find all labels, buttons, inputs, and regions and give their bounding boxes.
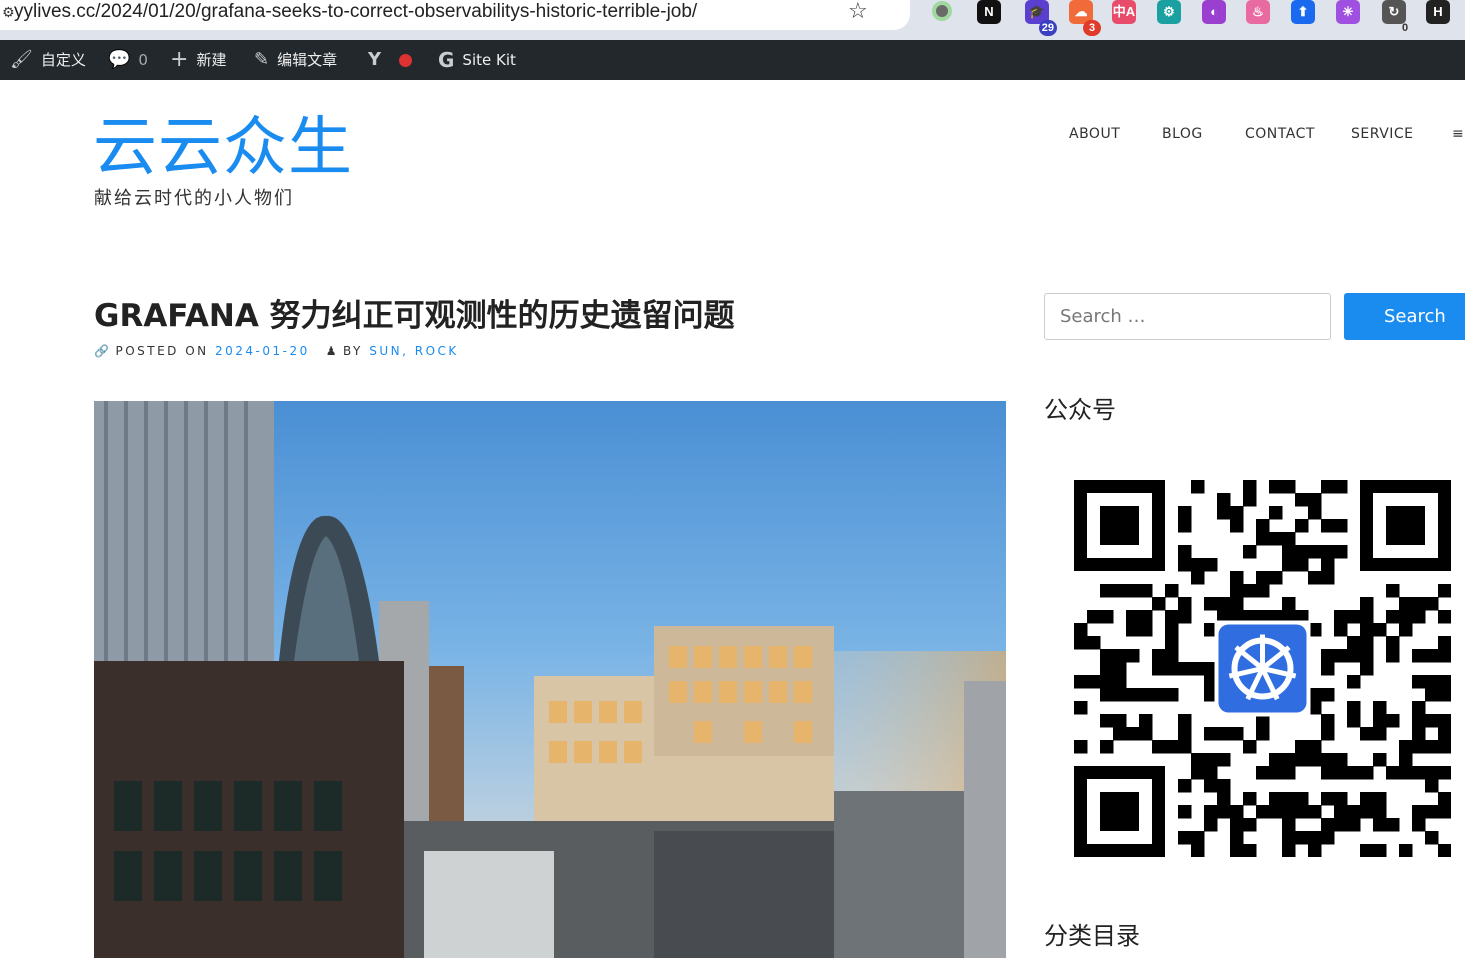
nav-service[interactable]: SERVICE xyxy=(1351,126,1414,142)
customize-link[interactable]: 🖌 自定义 xyxy=(10,40,86,80)
comments-link[interactable]: 💬 0 xyxy=(108,40,148,80)
post-author-link[interactable]: SUN, ROCK xyxy=(369,344,459,358)
notion-icon[interactable]: N xyxy=(977,0,1001,24)
new-content-label: 新建 xyxy=(196,51,227,69)
wp-admin-bar: 🖌 自定义 💬 0 + 新建 ✎ 编辑文章 Y G Site Kit xyxy=(0,40,1465,80)
nav-about[interactable]: ABOUT xyxy=(1069,126,1120,142)
blue-arrow-extension-icon[interactable]: ⬆ xyxy=(1291,0,1315,24)
customize-label: 自定义 xyxy=(40,51,86,69)
paintbrush-icon: 🖌 xyxy=(10,49,33,70)
yoast-menu[interactable]: Y xyxy=(368,40,413,80)
brain-extension-icon[interactable]: ⚙ xyxy=(1157,0,1181,24)
site-kit-label: Site Kit xyxy=(462,51,516,69)
post-featured-image xyxy=(94,401,1006,958)
graduation-cap-extension-icon[interactable]: 🎓 29 xyxy=(1025,0,1057,36)
search-button[interactable]: Search xyxy=(1344,293,1465,340)
pencil-icon: ✎ xyxy=(254,49,270,70)
yoast-icon: Y xyxy=(368,49,382,70)
new-content-link[interactable]: + 新建 xyxy=(170,40,226,80)
dark-extension-icon[interactable]: H xyxy=(1426,0,1450,24)
bookmark-star-icon[interactable]: ☆ xyxy=(848,0,868,24)
green-dot-extension-icon[interactable] xyxy=(932,1,952,21)
user-icon: ♟ xyxy=(325,344,339,358)
purple-circle-extension-icon[interactable]: ◐ xyxy=(1202,0,1226,24)
openai-icon[interactable]: ✳ xyxy=(1336,0,1360,24)
url-text[interactable]: yylives.cc/2024/01/20/grafana-seeks-to-c… xyxy=(14,0,697,24)
site-title[interactable]: 云云众生 xyxy=(93,112,353,184)
nav-more-icon[interactable]: ≡ xyxy=(1452,126,1464,142)
link-icon: 🔗 xyxy=(94,344,112,358)
extension-badge: 0 xyxy=(1401,22,1409,34)
post-meta: 🔗 POSTED ON 2024-01-20 ♟ BY SUN, ROCK xyxy=(94,344,459,358)
google-g-icon: G xyxy=(438,48,455,72)
categories-widget-title: 分类目录 xyxy=(1044,922,1140,950)
site-description: 献给云时代的小人物们 xyxy=(94,188,294,209)
translate-extension-icon[interactable]: 中A xyxy=(1112,0,1136,24)
comment-bubble-icon: 💬 xyxy=(108,49,131,70)
extension-badge: 29 xyxy=(1038,20,1057,36)
nav-contact[interactable]: CONTACT xyxy=(1245,126,1315,142)
posted-on-label: POSTED ON xyxy=(115,344,209,358)
address-bar[interactable]: ⚙ yylives.cc/2024/01/20/grafana-seeks-to… xyxy=(0,0,910,30)
wechat-widget-title: 公众号 xyxy=(1044,396,1116,424)
cloud-extension-icon[interactable]: ☁ 3 xyxy=(1069,0,1101,36)
post-title: GRAFANA 努力纠正可观测性的历史遗留问题 xyxy=(94,298,735,334)
wechat-qr-code xyxy=(1074,480,1452,858)
seo-status-dot-icon xyxy=(399,53,413,67)
search-input[interactable] xyxy=(1044,293,1331,340)
pink-extension-icon[interactable]: ♨ xyxy=(1246,0,1270,24)
edit-post-label: 编辑文章 xyxy=(277,51,338,69)
comments-count: 0 xyxy=(138,51,148,69)
nav-blog[interactable]: BLOG xyxy=(1162,126,1203,142)
by-label: BY xyxy=(342,344,363,358)
plus-icon: + xyxy=(170,47,189,72)
refresh-extension-icon[interactable]: ↻ 0 xyxy=(1382,0,1408,34)
edit-post-link[interactable]: ✎ 编辑文章 xyxy=(254,40,337,80)
post-date-link[interactable]: 2024-01-20 xyxy=(215,344,310,358)
extension-badge: 3 xyxy=(1083,20,1101,36)
browser-toolbar: ⚙ yylives.cc/2024/01/20/grafana-seeks-to… xyxy=(0,0,1465,40)
site-kit-link[interactable]: G Site Kit xyxy=(438,40,516,80)
